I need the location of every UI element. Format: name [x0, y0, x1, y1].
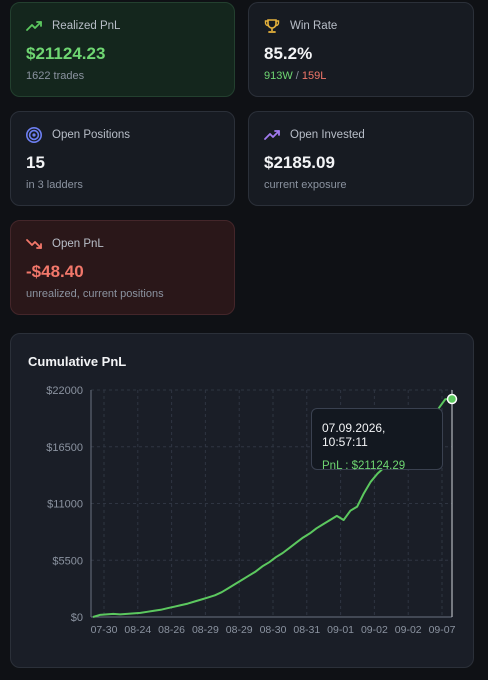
x-tick-label: 09-02 [395, 624, 422, 636]
y-tick-label: $11000 [47, 499, 83, 511]
target-icon [25, 126, 43, 144]
x-tick-label: 08-29 [192, 624, 219, 636]
trophy-icon [263, 17, 281, 35]
x-tick-label: 08-30 [260, 624, 287, 636]
open-pnl-sub: unrealized, current positions [26, 288, 164, 300]
open-invested-card: Open Invested $2185.09 current exposure [248, 111, 474, 206]
realized-pnl-card: Realized PnL $21124.23 1622 trades [10, 2, 235, 97]
x-tick-label: 09-01 [327, 624, 354, 636]
open-pnl-title: Open PnL [52, 238, 104, 250]
active-data-point [446, 393, 458, 405]
open-positions-value: 15 [26, 153, 45, 172]
win-rate-card: Win Rate 85.2% 913W / 159L [248, 2, 474, 97]
win-rate-value: 85.2% [264, 44, 313, 63]
win-rate-title: Win Rate [290, 20, 338, 32]
y-tick-label: $22000 [46, 385, 83, 397]
realized-pnl-value: $21124.23 [26, 44, 106, 63]
wins-count: 913W [264, 70, 293, 82]
tooltip-separator: : [342, 460, 352, 472]
trending-up-icon [25, 17, 43, 35]
open-pnl-value: -$48.40 [26, 262, 84, 281]
trending-down-icon [25, 235, 43, 253]
tooltip-value: $21124.29 [351, 460, 406, 472]
x-tick-label: 09-07 [429, 624, 456, 636]
y-tick-label: $5500 [52, 555, 83, 567]
tooltip-label: PnL [322, 460, 343, 472]
x-tick-label: 08-29 [226, 624, 253, 636]
realized-pnl-sub: 1622 trades [26, 70, 85, 82]
y-tick-label: $16500 [46, 442, 83, 454]
x-tick-label: 08-26 [158, 624, 185, 636]
cumulative-pnl-chart[interactable]: $0 $5500 $11000 $16500 $22000 07-30 08-24 08-26… [11, 334, 475, 669]
tooltip-pnl-row: PnL : $21124.29 [322, 460, 432, 472]
chart-tooltip: 07.09.2026, 10:57:11 PnL : $21124.29 [311, 408, 443, 472]
open-invested-sub: current exposure [264, 179, 347, 191]
win-loss-counts: 913W / 159L [264, 70, 326, 82]
x-tick-label: 08-24 [124, 624, 151, 636]
open-invested-value: $2185.09 [264, 153, 335, 172]
trending-up-purple-icon [263, 126, 281, 144]
realized-pnl-title: Realized PnL [52, 20, 121, 32]
x-tick-label: 07-30 [91, 624, 118, 636]
y-tick-label: $0 [71, 612, 83, 624]
open-invested-title: Open Invested [290, 129, 365, 141]
wins-losses-separator: / [292, 70, 302, 82]
x-tick-label: 09-02 [361, 624, 388, 636]
tooltip-date: 07.09.2026, 10:57:11 [322, 421, 386, 449]
open-positions-sub: in 3 ladders [26, 179, 83, 191]
open-positions-title: Open Positions [52, 129, 130, 141]
cumulative-pnl-chart-card: Cumulative PnL $0 $5500 $11000 $16500 $22000… [10, 333, 474, 668]
open-positions-card: Open Positions 15 in 3 ladders [10, 111, 235, 206]
x-tick-label: 08-31 [293, 624, 320, 636]
open-pnl-card: Open PnL -$48.40 unrealized, current pos… [10, 220, 235, 315]
losses-count: 159L [301, 70, 327, 82]
